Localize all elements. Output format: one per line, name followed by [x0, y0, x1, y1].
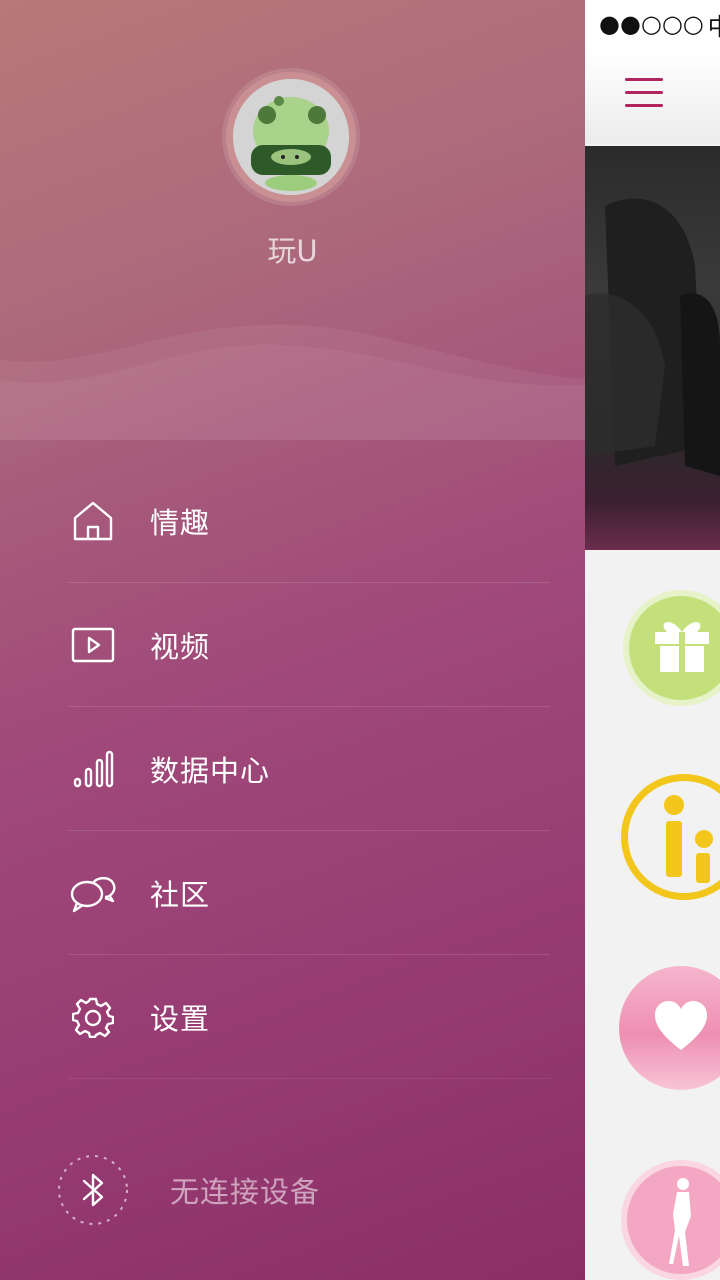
username: 玩U [267, 234, 318, 268]
banner-image[interactable] [585, 146, 720, 550]
decorative-wave [0, 324, 585, 440]
menu-icon[interactable] [625, 78, 663, 112]
main-content: ●●○○○ 中国 [585, 0, 720, 1280]
app-bar [585, 48, 720, 144]
menu-label: 情趣 [150, 505, 211, 540]
video-icon [68, 620, 118, 670]
stats-bars-icon [68, 744, 118, 794]
couple-icon[interactable] [621, 774, 720, 900]
frog-avatar-icon [233, 79, 349, 195]
menu-item-video[interactable]: 视频 [68, 583, 550, 707]
device-status-label: 无连接设备 [170, 1175, 321, 1209]
navigation-drawer: 玩U 情趣 视频 数据中心 社区 设置 无连接设备 [0, 0, 585, 1280]
menu-item-community[interactable]: 社区 [68, 831, 550, 955]
chat-bubbles-icon [68, 868, 118, 918]
status-bar: ●●○○○ 中国 [585, 0, 720, 48]
signal-indicator: ●●○○○ [599, 10, 704, 38]
menu-label: 社区 [150, 877, 211, 912]
menu-label: 视频 [150, 629, 211, 664]
menu-item-qingqu[interactable]: 情趣 [68, 459, 550, 583]
home-icon [68, 496, 118, 546]
menu-label: 数据中心 [150, 753, 271, 788]
carrier-name: 中国 [707, 12, 720, 41]
gear-icon [68, 992, 118, 1042]
banner-photo [585, 198, 720, 476]
avatar[interactable] [226, 72, 356, 202]
silhouette-icon[interactable] [621, 1160, 720, 1280]
menu-item-settings[interactable]: 设置 [68, 955, 550, 1079]
device-connection[interactable]: 无连接设备 [56, 1152, 320, 1228]
gift-icon[interactable] [623, 590, 720, 706]
menu-label: 设置 [150, 1001, 211, 1036]
heart-icon[interactable] [619, 966, 720, 1090]
bluetooth-icon [58, 1155, 128, 1225]
menu-item-data-center[interactable]: 数据中心 [68, 707, 550, 831]
drawer-menu: 情趣 视频 数据中心 社区 设置 [68, 459, 550, 1079]
